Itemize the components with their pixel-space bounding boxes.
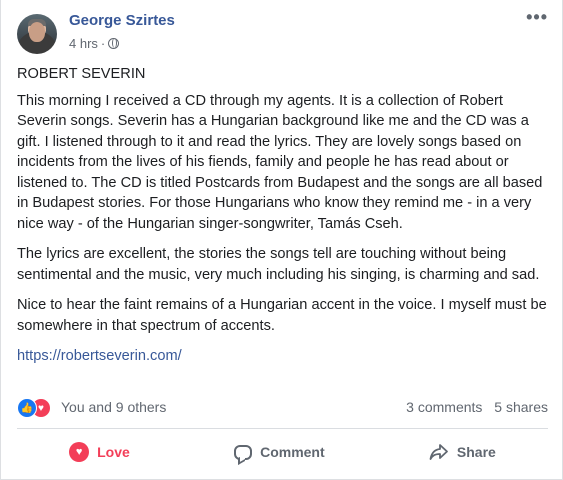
share-label: Share [456, 444, 496, 460]
post-paragraph: The lyrics are excellent, the stories th… [17, 246, 540, 283]
reactions-bar: 👍 ♥ You and 9 others 3 comments 5 shares [17, 396, 548, 420]
action-bar: ♥ Love Comment Share [17, 432, 548, 472]
comment-label: Comment [260, 444, 325, 460]
comment-icon [234, 444, 253, 460]
more-options-icon[interactable]: ••• [526, 8, 548, 26]
globe-icon[interactable] [108, 38, 120, 49]
post-paragraph: Nice to hear the faint remains of a Hung… [17, 297, 547, 334]
post-title: ROBERT SEVERIN [17, 66, 146, 82]
post-header: George Szirtes 4 hrs · ••• [17, 8, 562, 56]
reaction-summary[interactable]: You and 9 others [61, 399, 166, 415]
shares-count[interactable]: 5 shares [494, 399, 548, 415]
post-card: George Szirtes 4 hrs · ••• ROBERT SEVERI… [0, 0, 563, 480]
post-body: ROBERT SEVERIN This morning I received a… [17, 64, 553, 377]
heart-icon: ♥ [69, 442, 90, 462]
divider [17, 428, 548, 429]
post-meta: 4 hrs · [69, 36, 120, 51]
engagement-counts: 3 comments 5 shares [406, 399, 548, 415]
avatar-face [29, 22, 45, 42]
share-button[interactable]: Share [429, 443, 496, 461]
comment-button[interactable]: Comment [234, 444, 325, 460]
love-label: Love [97, 444, 130, 460]
like-reaction-icon: 👍 [17, 398, 37, 418]
comments-count[interactable]: 3 comments [406, 399, 482, 415]
avatar[interactable] [17, 14, 57, 54]
meta-separator: · [100, 36, 106, 51]
share-icon [429, 444, 448, 460]
love-button[interactable]: ♥ Love [69, 442, 130, 462]
reaction-icons[interactable]: 👍 ♥ [17, 398, 57, 418]
post-time[interactable]: 4 hrs [69, 36, 98, 51]
post-link[interactable]: https://robertseverin.com/ [17, 348, 182, 364]
author-name[interactable]: George Szirtes [69, 12, 175, 29]
post-paragraph: This morning I received a CD through my … [17, 92, 543, 232]
